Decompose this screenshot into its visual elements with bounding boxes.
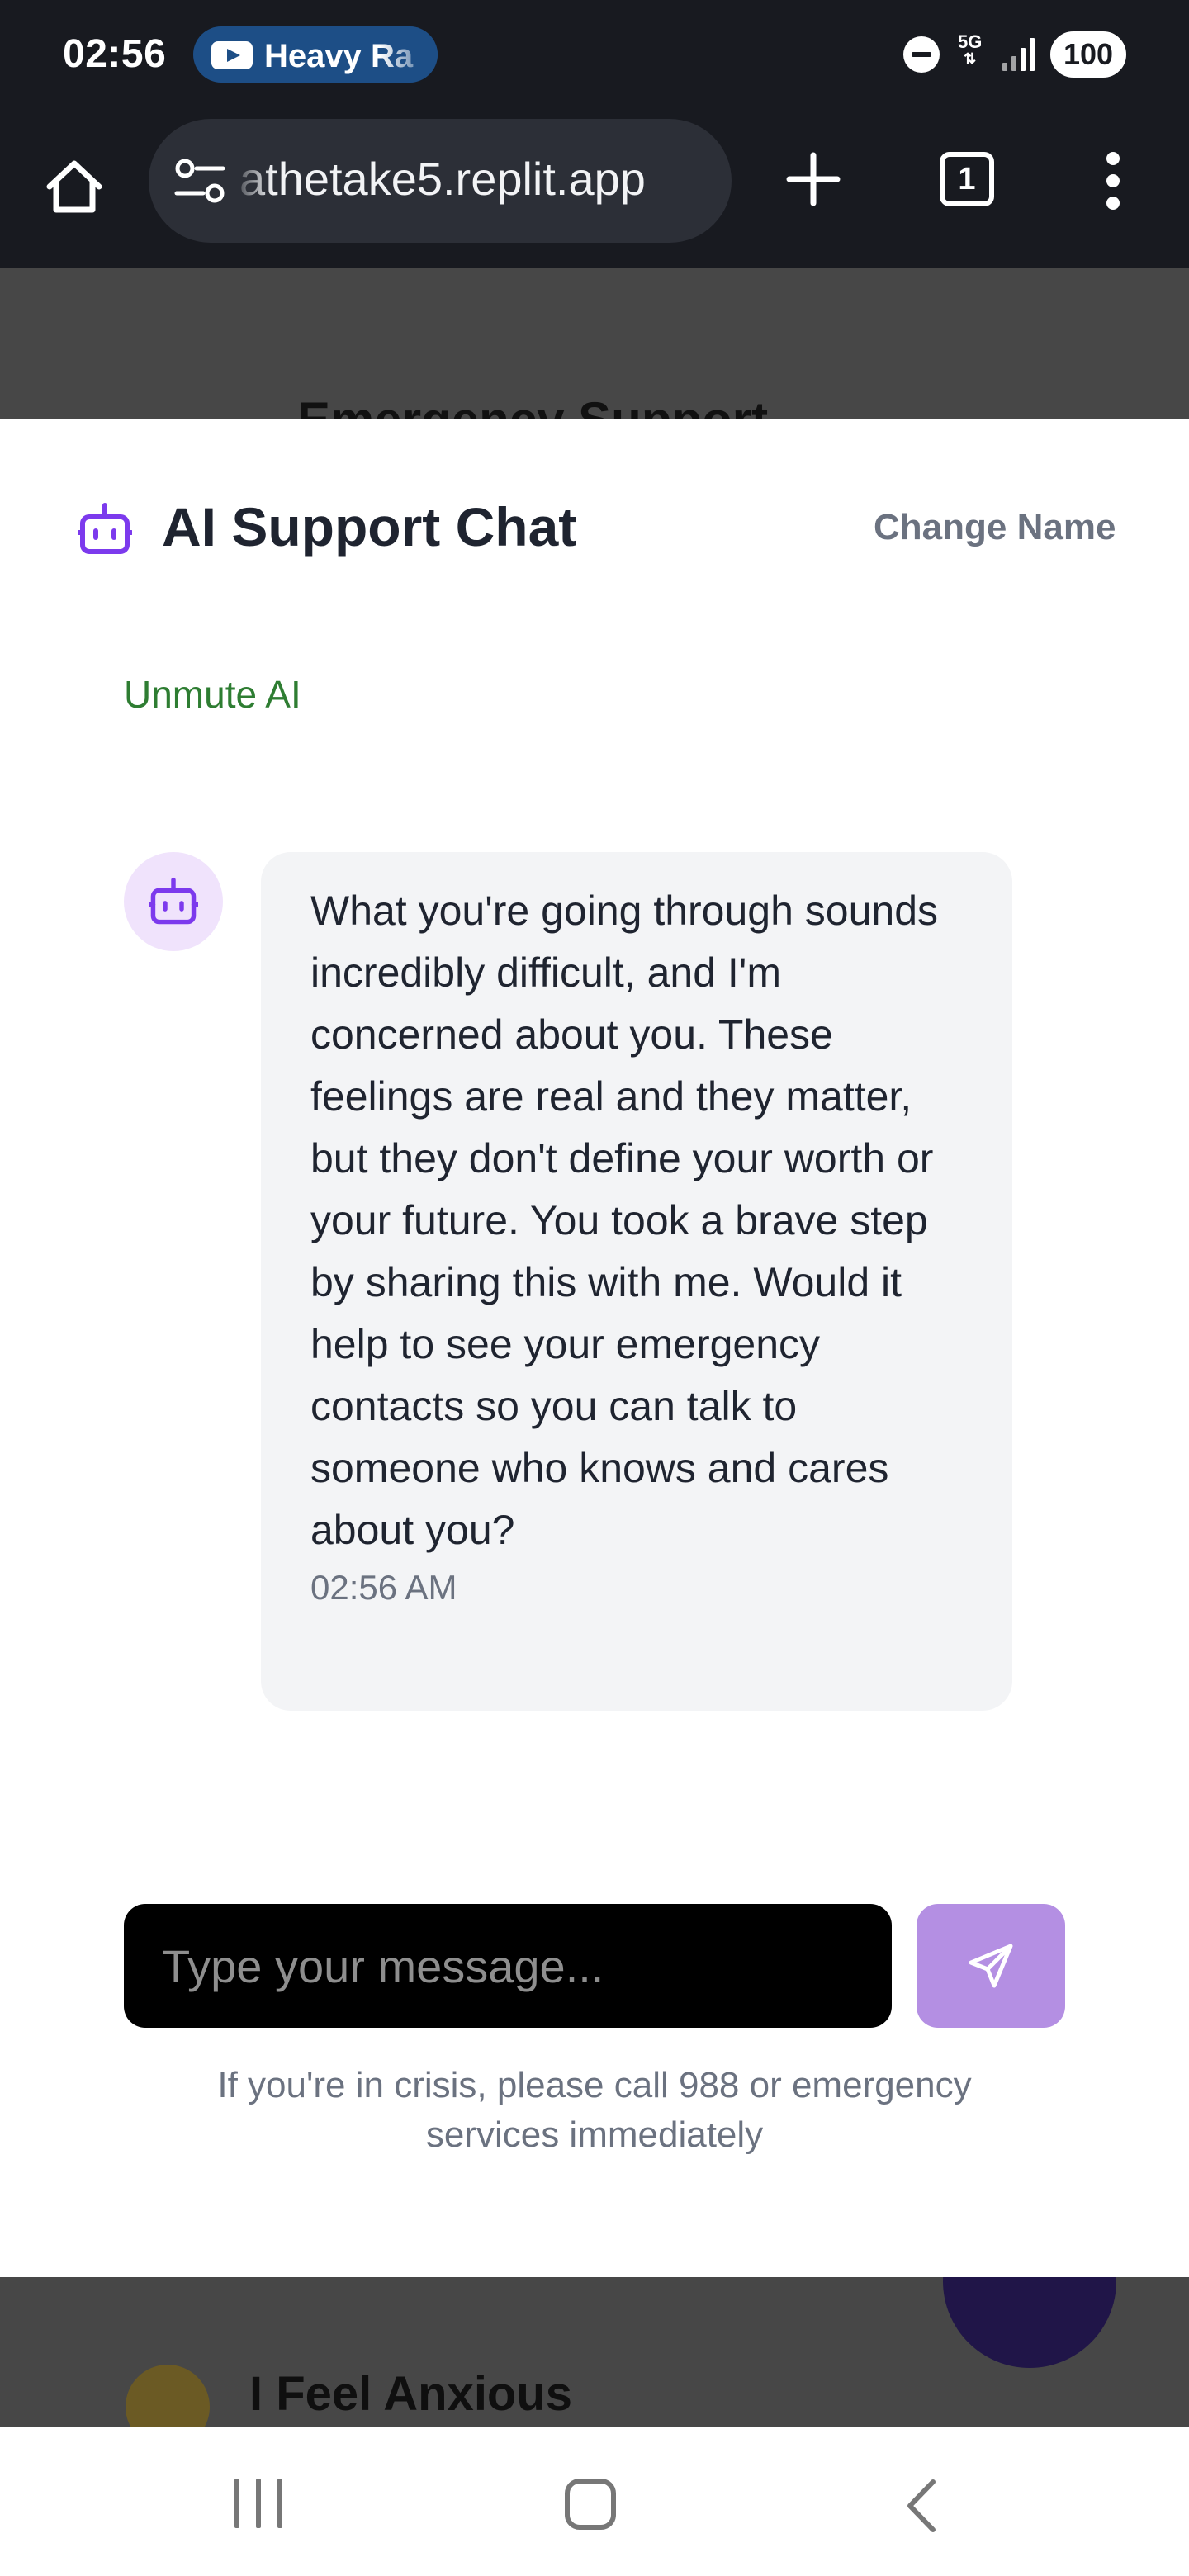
new-tab-icon[interactable] (784, 150, 842, 208)
anxious-emoji-icon (126, 2365, 210, 2427)
chat-modal: AI Support Chat Change Name Unmute AI Wh… (0, 419, 1189, 2277)
status-time: 02:56 (63, 32, 167, 76)
do-not-disturb-icon (903, 36, 940, 73)
chat-title: AI Support Chat (162, 496, 577, 557)
data-arrows-icon: ⇅ (964, 50, 977, 67)
bot-icon (149, 877, 198, 925)
ai-message-bubble: What you're going through sounds incredi… (261, 852, 1012, 1711)
background-card-title: I Feel Anxious (249, 2367, 573, 2421)
battery-level: 100 (1063, 37, 1114, 71)
chat-fab-button (943, 2277, 1116, 2368)
crisis-notice: If you're in crisis, please call 988 or … (217, 2065, 972, 2155)
media-playing-pill[interactable]: Heavy Ra (193, 26, 438, 83)
browser-toolbar: athetake5.replit.app 1 (0, 111, 1189, 268)
more-options-icon[interactable] (1103, 152, 1123, 210)
home-button-icon[interactable] (565, 2479, 616, 2530)
background-page-top: Emergency Support (0, 268, 1189, 419)
address-bar[interactable]: athetake5.replit.app (149, 119, 732, 243)
message-text: What you're going through sounds incredi… (310, 888, 939, 1553)
youtube-icon (211, 41, 253, 69)
home-icon[interactable] (41, 154, 107, 220)
system-nav-bar (0, 2427, 1189, 2576)
network-type: 5G ⇅ (958, 31, 983, 67)
send-button[interactable] (917, 1904, 1065, 2028)
signal-icon (1002, 38, 1037, 71)
status-bar: 02:56 Heavy Ra 5G ⇅ 100 (0, 0, 1189, 111)
tab-switcher-button[interactable]: 1 (940, 152, 994, 206)
message-input[interactable] (124, 1904, 892, 2028)
site-settings-icon[interactable] (173, 157, 226, 205)
back-icon[interactable] (898, 2477, 948, 2535)
ai-avatar (124, 852, 223, 951)
send-icon (969, 1944, 1013, 1988)
url-text: athetake5.replit.app (239, 153, 646, 205)
battery-icon: 100 (1050, 31, 1126, 78)
background-section-title: Emergency Support (297, 391, 768, 419)
recent-apps-icon[interactable] (233, 2479, 286, 2528)
change-name-button[interactable]: Change Name (874, 507, 1116, 548)
background-page-bottom: I Feel Anxious (0, 2277, 1189, 2427)
bot-icon (78, 503, 132, 554)
unmute-ai-button[interactable]: Unmute AI (124, 672, 301, 717)
message-timestamp: 02:56 AM (310, 1568, 457, 1607)
